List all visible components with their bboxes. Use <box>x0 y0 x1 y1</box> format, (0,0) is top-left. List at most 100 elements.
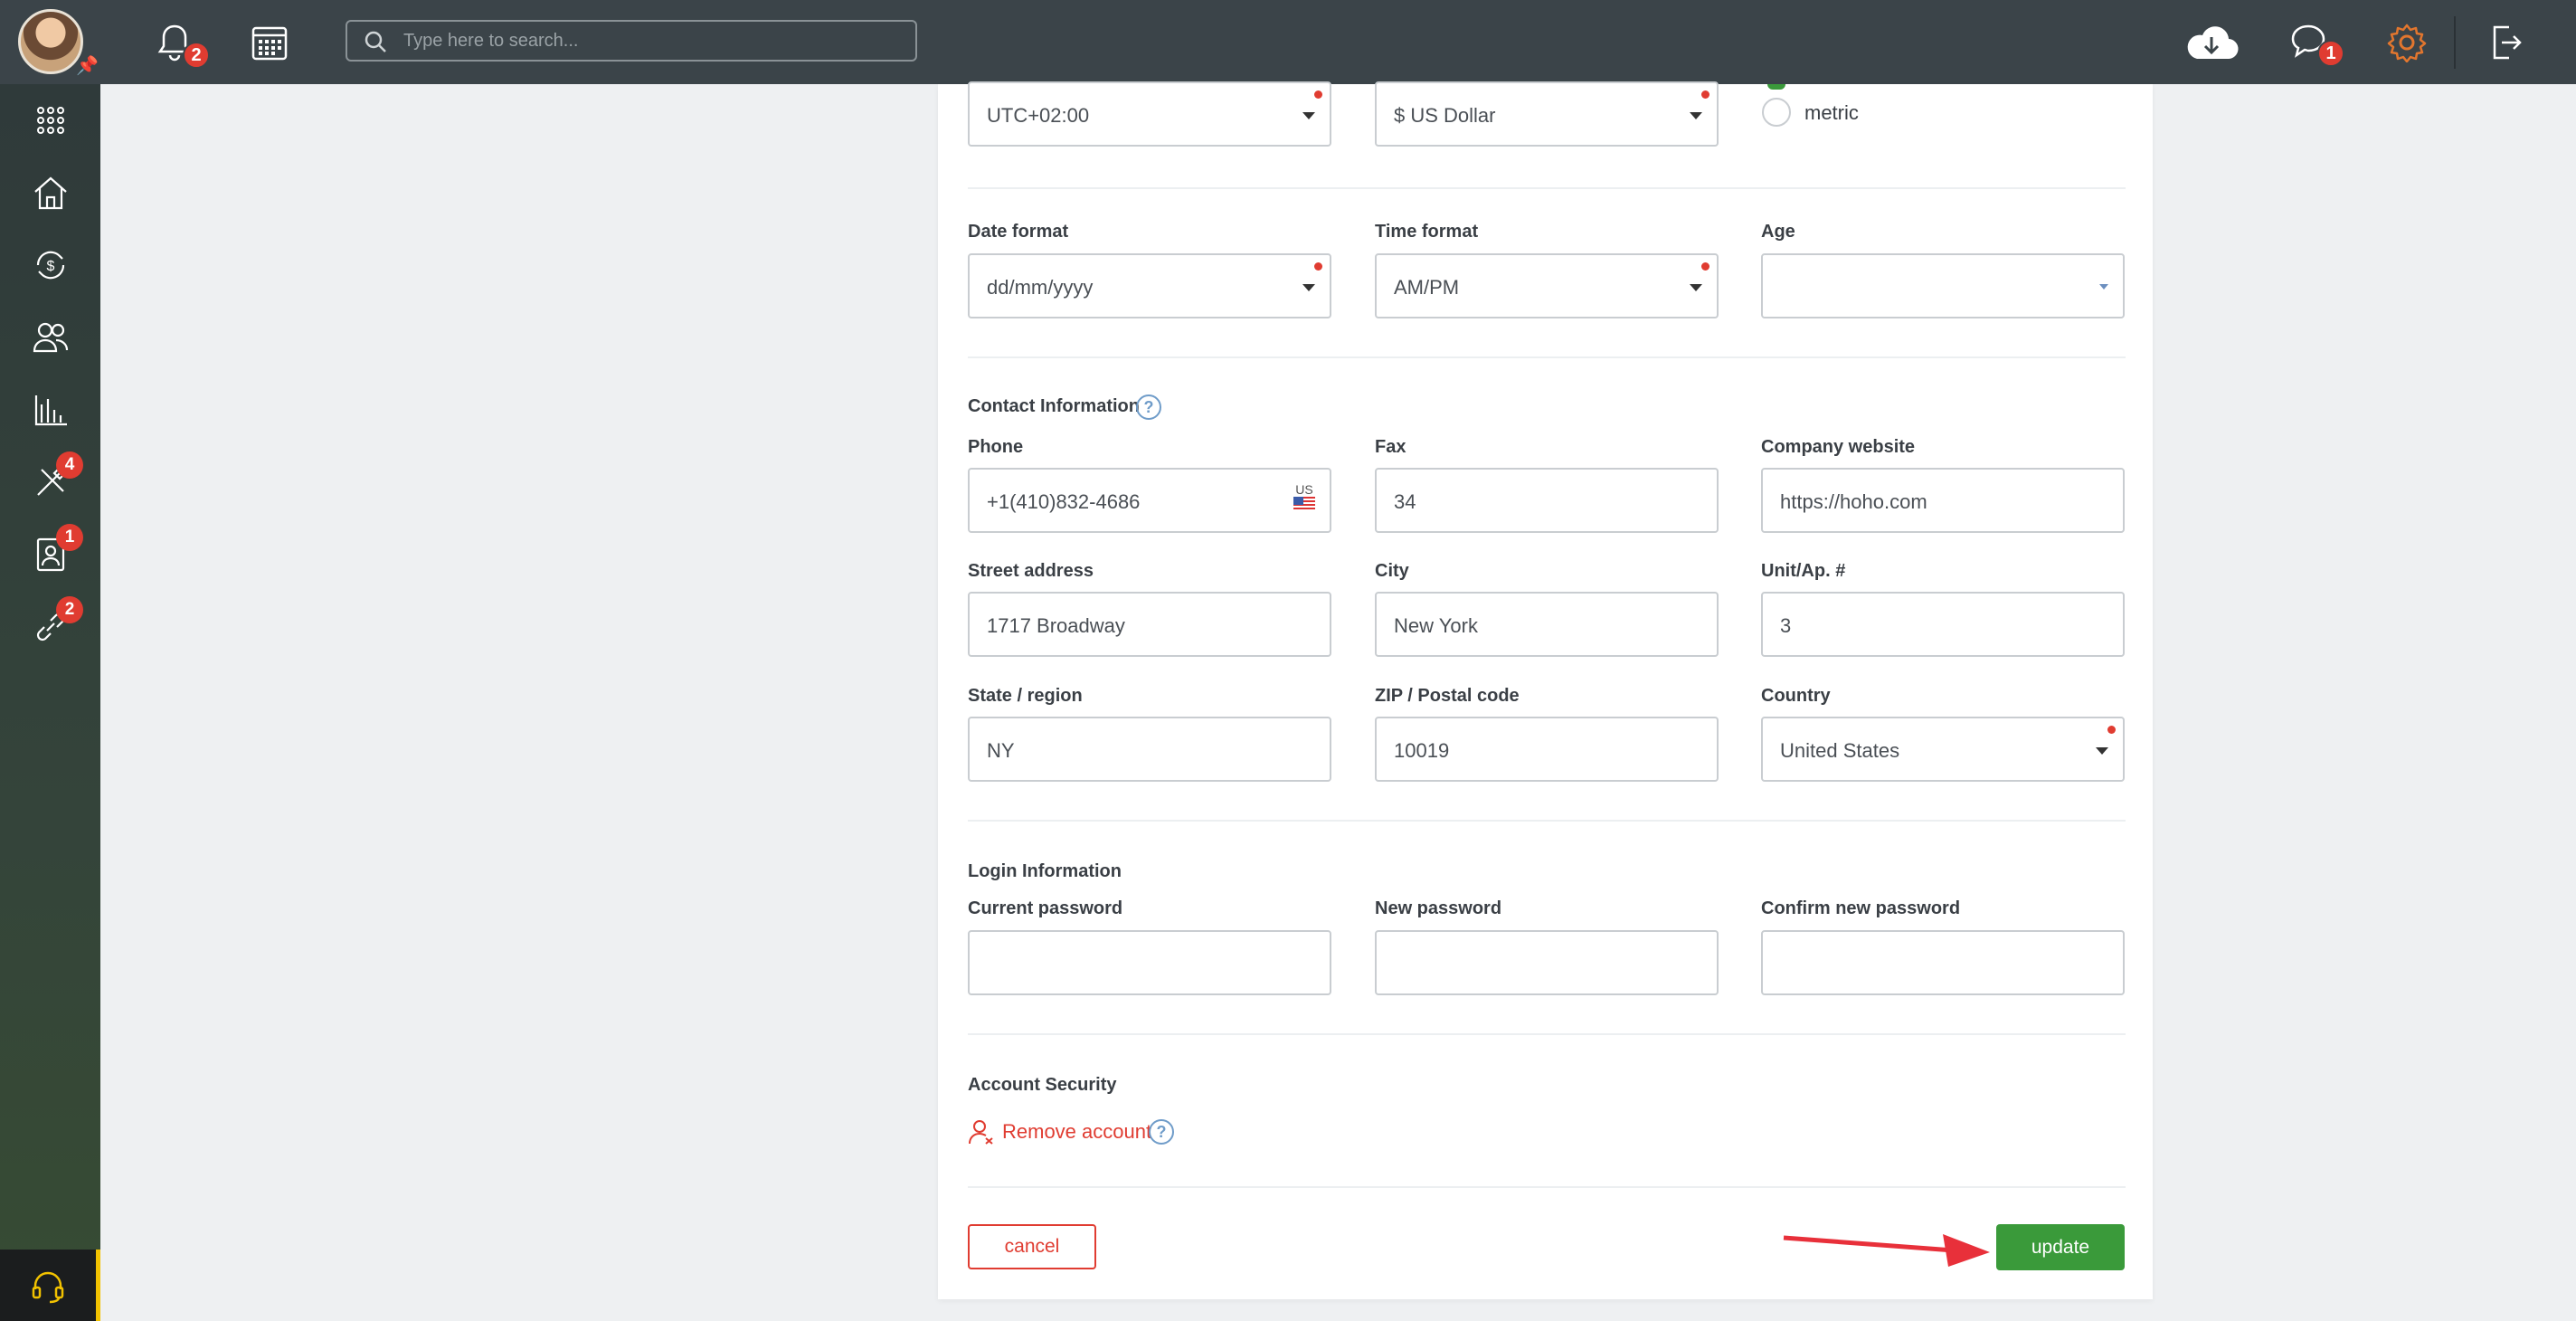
chevron-down-icon <box>2099 284 2108 290</box>
update-button[interactable]: update <box>1996 1224 2125 1270</box>
help-icon[interactable]: ? <box>1136 394 1161 420</box>
login-info-title: Login Information <box>968 861 1122 881</box>
required-indicator <box>1314 90 1322 99</box>
headset-icon <box>32 1271 64 1303</box>
chevron-down-icon <box>1690 112 1702 119</box>
section-divider <box>968 1033 2126 1035</box>
chevron-down-icon <box>1302 284 1315 291</box>
state-field[interactable]: NY <box>968 717 1331 782</box>
country-label: Country <box>1761 686 1831 706</box>
required-indicator <box>2107 726 2116 734</box>
unit-label: Unit/Ap. # <box>1761 561 1846 581</box>
city-label: City <box>1375 561 1409 581</box>
zip-field[interactable]: 10019 <box>1375 717 1719 782</box>
sidebar-item-integrations[interactable]: 2 <box>0 591 100 663</box>
tools-badge: 4 <box>56 451 83 479</box>
sidebar-item-contacts[interactable] <box>0 301 100 374</box>
pin-icon: 📌 <box>76 56 99 76</box>
topbar-divider <box>2454 16 2456 69</box>
user-avatar[interactable] <box>18 9 83 74</box>
search-box[interactable] <box>346 20 917 62</box>
integrations-badge: 2 <box>56 596 83 623</box>
remove-user-icon <box>969 1120 993 1145</box>
age-label: Age <box>1761 222 1795 242</box>
chat-badge: 1 <box>2317 40 2344 67</box>
time-format-select[interactable]: AM/PM <box>1375 253 1719 318</box>
phone-field[interactable]: +1(410)832-4686 US <box>968 468 1331 533</box>
refresh-dollar-icon: $ <box>36 251 64 280</box>
website-field[interactable]: https://hoho.com <box>1761 468 2125 533</box>
section-divider <box>968 820 2126 822</box>
red-arrow-annotation <box>1783 1234 1990 1267</box>
support-button[interactable] <box>0 1250 100 1321</box>
country-select[interactable]: United States <box>1761 717 2125 782</box>
contact-info-title: Contact Information <box>968 396 1140 416</box>
chevron-down-icon <box>1302 112 1315 119</box>
confirm-password-input[interactable] <box>1780 948 2069 979</box>
fax-field[interactable]: 34 <box>1375 468 1719 533</box>
imperial-radio-partial[interactable] <box>1767 84 1785 90</box>
metric-label: metric <box>1804 101 1859 124</box>
sidebar-item-reports[interactable] <box>0 374 100 446</box>
age-select[interactable] <box>1761 253 2125 318</box>
required-indicator <box>1701 262 1709 271</box>
current-password-label: Current password <box>968 898 1123 918</box>
currency-select[interactable]: $ US Dollar <box>1375 81 1719 147</box>
zip-label: ZIP / Postal code <box>1375 686 1520 706</box>
new-password-input[interactable] <box>1394 948 1666 979</box>
users-icon <box>33 322 68 353</box>
notifications-badge: 2 <box>183 42 210 69</box>
required-indicator <box>1701 90 1709 99</box>
date-format-select[interactable]: dd/mm/yyyy <box>968 253 1331 318</box>
sidebar-item-finance[interactable]: $ <box>0 229 100 301</box>
street-label: Street address <box>968 561 1094 581</box>
current-password-input[interactable] <box>987 948 1275 979</box>
top-bar: 📌 2 1 <box>0 0 2576 84</box>
website-label: Company website <box>1761 437 1916 457</box>
sidebar: $ 4 1 2 <box>0 84 100 1321</box>
logout-icon <box>2493 25 2522 60</box>
search-input[interactable] <box>403 27 892 54</box>
search-icon <box>365 31 386 52</box>
time-format-label: Time format <box>1375 222 1479 242</box>
calendar-icon <box>251 26 288 61</box>
confirm-password-field[interactable] <box>1761 930 2125 995</box>
section-divider <box>968 187 2126 189</box>
confirm-password-label: Confirm new password <box>1761 898 1961 918</box>
country-code-selector[interactable]: US <box>1293 482 1315 516</box>
calendar-button[interactable] <box>247 20 292 65</box>
notifications-button[interactable]: 2 <box>152 20 210 69</box>
bar-chart-icon <box>34 395 67 426</box>
remove-account-link[interactable]: Remove account <box>968 1118 1151 1145</box>
cancel-button[interactable]: cancel <box>968 1224 1096 1269</box>
timezone-select[interactable]: UTC+02:00 <box>968 81 1331 147</box>
section-divider <box>968 356 2126 358</box>
us-flag-icon <box>1293 497 1315 511</box>
fax-label: Fax <box>1375 437 1406 457</box>
section-divider <box>968 1186 2126 1188</box>
metric-radio[interactable] <box>1762 98 1791 127</box>
unit-field[interactable]: 3 <box>1761 592 2125 657</box>
sidebar-item-apps[interactable] <box>0 84 100 157</box>
chat-button[interactable]: 1 <box>2288 20 2344 67</box>
account-security-title: Account Security <box>968 1075 1117 1095</box>
phone-label: Phone <box>968 437 1024 457</box>
settings-button[interactable] <box>2384 20 2429 65</box>
new-password-field[interactable] <box>1375 930 1719 995</box>
help-icon[interactable]: ? <box>1149 1119 1174 1145</box>
street-field[interactable]: 1717 Broadway <box>968 592 1331 657</box>
chevron-down-icon <box>1690 284 1702 291</box>
contacts-badge: 1 <box>56 524 83 551</box>
sidebar-item-contact-card[interactable]: 1 <box>0 518 100 591</box>
city-field[interactable]: New York <box>1375 592 1719 657</box>
grid-icon <box>36 107 64 134</box>
gear-icon <box>2387 24 2427 62</box>
logout-button[interactable] <box>2483 20 2528 65</box>
sidebar-item-home[interactable] <box>0 157 100 229</box>
sidebar-item-tools[interactable]: 4 <box>0 446 100 518</box>
current-password-field[interactable] <box>968 930 1331 995</box>
download-button[interactable] <box>2184 20 2239 65</box>
new-password-label: New password <box>1375 898 1502 918</box>
required-indicator <box>1314 262 1322 271</box>
svg-text:$: $ <box>46 259 54 274</box>
